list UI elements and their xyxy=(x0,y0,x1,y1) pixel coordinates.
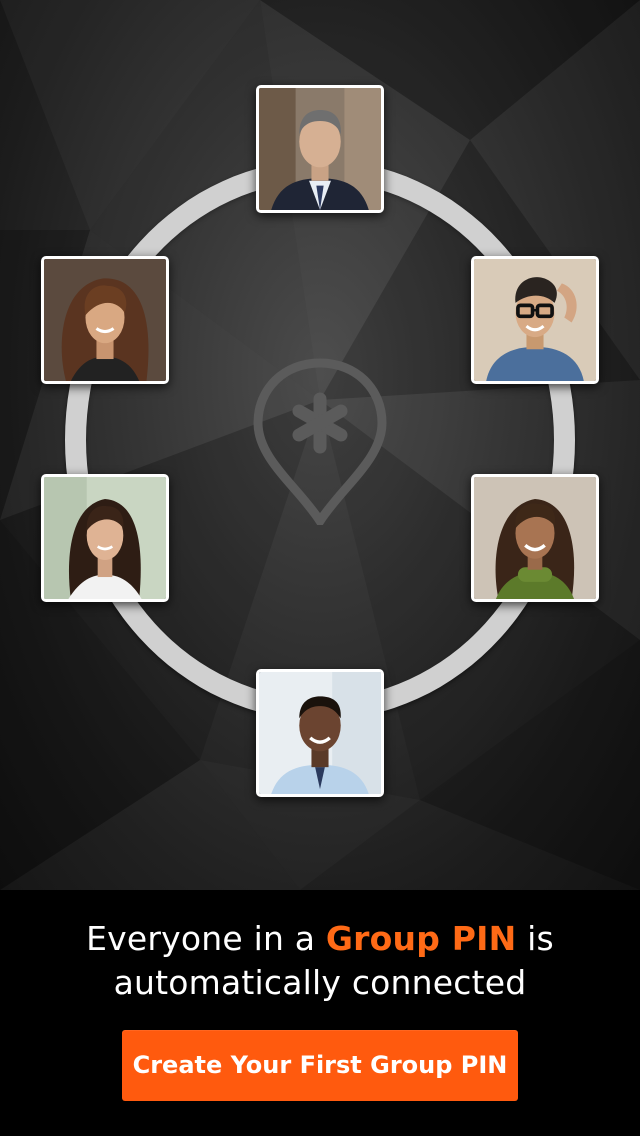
bottom-panel: Everyone in a Group PIN is automatically… xyxy=(0,890,640,1136)
headline-text-pre: Everyone in a xyxy=(86,919,326,958)
avatar-upper-right xyxy=(471,256,599,384)
avatar-lower-right xyxy=(471,474,599,602)
person-photo-icon xyxy=(259,88,381,210)
avatar-top xyxy=(256,85,384,213)
headline-line-2: automatically connected xyxy=(113,963,527,1002)
person-photo-icon xyxy=(474,477,596,599)
headline-text-post: is xyxy=(516,919,554,958)
location-pin-asterisk-icon xyxy=(253,358,387,525)
headline: Everyone in a Group PIN is automatically… xyxy=(0,917,640,1005)
headline-line-1: Everyone in a Group PIN is xyxy=(0,917,640,961)
avatar-bottom xyxy=(256,669,384,797)
person-photo-icon xyxy=(44,259,166,381)
avatar-upper-left xyxy=(41,256,169,384)
onboarding-screen: Everyone in a Group PIN is automatically… xyxy=(0,0,640,1136)
hero-illustration xyxy=(0,0,640,890)
avatar-lower-left xyxy=(41,474,169,602)
group-pin-highlight: Group PIN xyxy=(325,919,517,958)
person-photo-icon xyxy=(259,672,381,794)
person-photo-icon xyxy=(474,259,596,381)
person-photo-icon xyxy=(44,477,166,599)
create-group-pin-button[interactable]: Create Your First Group PIN xyxy=(122,1030,518,1101)
